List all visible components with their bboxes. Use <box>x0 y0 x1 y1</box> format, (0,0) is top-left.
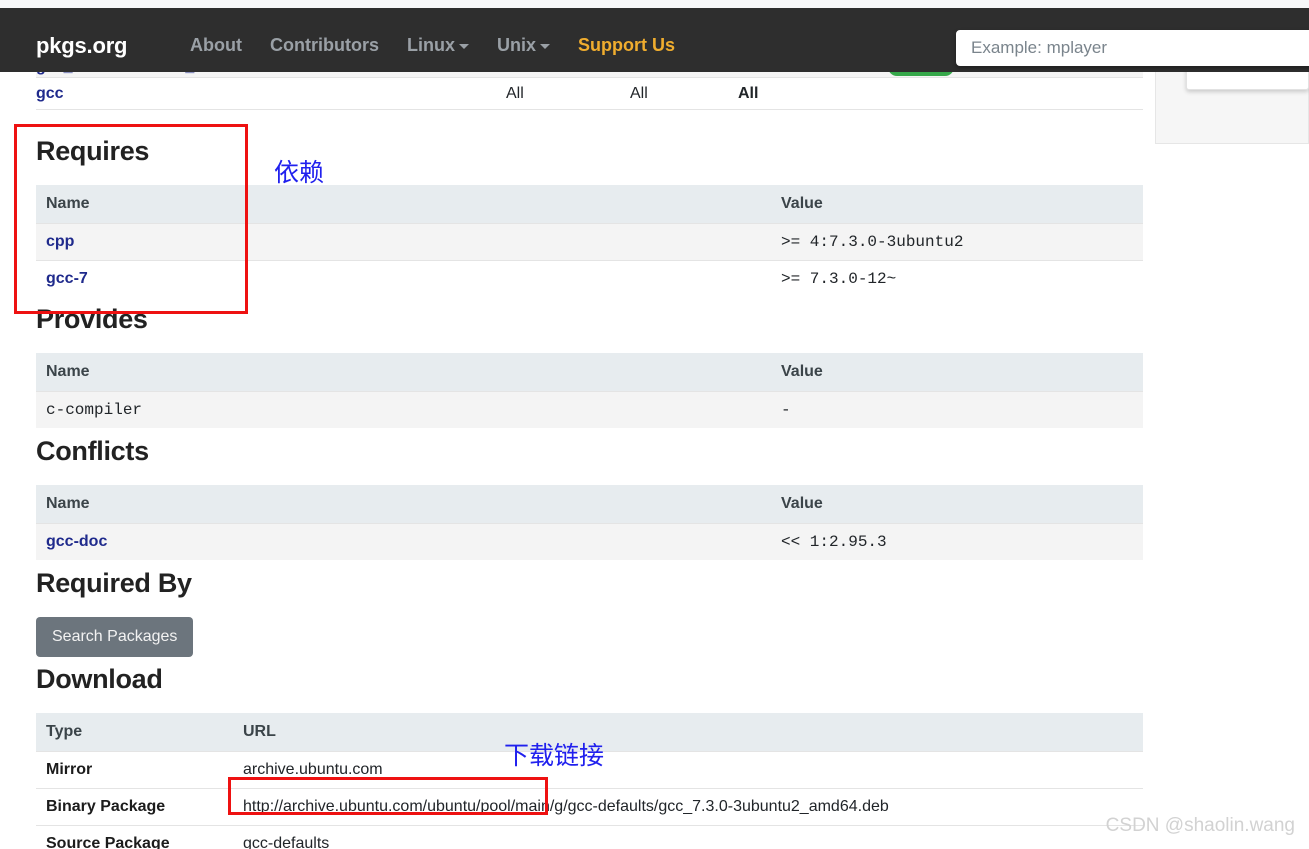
download-url-cell: archive.ubuntu.com <box>233 751 1143 789</box>
nav-item-contributors[interactable]: Contributors <box>270 36 379 54</box>
column-header-name: Name <box>36 185 771 224</box>
provides-value-cell: - <box>771 391 1143 428</box>
package-link[interactable]: gcc <box>36 85 506 103</box>
conflicts-section: Conflicts Name Value gcc-doc << 1:2.95.3 <box>36 438 1143 560</box>
site-logo[interactable]: pkgs.org <box>36 35 128 57</box>
nav-item-linux[interactable]: Linux <box>407 36 469 54</box>
table-row[interactable]: c-compiler - <box>36 391 1143 428</box>
requires-table: Name Value cpp >= 4:7.3.0-3ubuntu2 gcc-7… <box>36 185 1143 297</box>
page-top-strip <box>0 0 1309 8</box>
main-nav: About Contributors Linux Unix Support Us <box>190 36 675 54</box>
provides-name-cell: c-compiler <box>36 391 771 428</box>
nav-item-unix[interactable]: Unix <box>497 36 550 54</box>
conflicts-name-cell: gcc-doc <box>36 523 771 560</box>
nav-item-about[interactable]: About <box>190 36 242 54</box>
table-row[interactable]: gcc-7 >= 7.3.0-12~ <box>36 260 1143 297</box>
nav-item-support-us[interactable]: Support Us <box>578 36 675 54</box>
package-repo: All <box>738 84 759 102</box>
column-header-value: Value <box>771 353 1143 392</box>
nav-label: Contributors <box>269 35 379 55</box>
package-link[interactable]: cpp <box>46 233 74 250</box>
column-header-value: Value <box>771 185 1143 224</box>
search-input[interactable] <box>957 31 1309 65</box>
download-url-cell[interactable]: http://archive.ubuntu.com/ubuntu/pool/ma… <box>233 788 1143 826</box>
conflicts-value-cell: << 1:2.95.3 <box>771 523 1143 560</box>
table-row[interactable]: gcc-doc << 1:2.95.3 <box>36 523 1143 560</box>
nav-label: Linux <box>406 35 455 55</box>
section-title-required-by: Required By <box>36 568 192 598</box>
download-url-cell: gcc-defaults <box>233 825 1143 849</box>
column-header-url: URL <box>233 713 1143 752</box>
requires-section: Requires Name Value cpp >= 4:7.3.0-3ubun… <box>36 138 1143 297</box>
nav-label: About <box>190 35 242 55</box>
requires-value-cell: >= 4:7.3.0-3ubuntu2 <box>771 223 1143 261</box>
section-title-download: Download <box>36 664 163 694</box>
download-type-cell: Mirror <box>36 751 233 789</box>
table-row[interactable]: Source Package gcc-defaults <box>36 825 1143 849</box>
section-title-provides: Provides <box>36 304 148 334</box>
annotation-text-download: 下载链接 <box>504 741 605 770</box>
nav-label: Support Us <box>577 35 675 55</box>
search-packages-button[interactable]: Search Packages <box>36 617 194 657</box>
table-row[interactable]: gcc All All All <box>36 78 1143 110</box>
page-root: gcc_7.3.0-3ubuntu2_amd64.deb All All Ubu… <box>0 0 1309 849</box>
download-type-cell: Binary Package <box>36 788 233 826</box>
section-title-requires: Requires <box>36 136 150 166</box>
chevron-down-icon <box>458 43 469 49</box>
chevron-down-icon <box>539 43 550 49</box>
requires-name-cell: cpp <box>36 223 771 261</box>
annotation-text-requires: 依赖 <box>274 158 325 187</box>
package-link[interactable]: gcc-doc <box>46 533 107 550</box>
table-header-row: Name Value <box>36 353 1143 392</box>
package-arch: All <box>506 84 524 102</box>
table-header-row: Name Value <box>36 185 1143 224</box>
column-header-name: Name <box>36 353 771 392</box>
nav-label: Unix <box>496 35 536 55</box>
provides-section: Provides Name Value c-compiler - <box>36 306 1143 428</box>
top-navbar: pkgs.org About Contributors Linux Unix S… <box>0 8 1309 72</box>
table-header-row: Name Value <box>36 485 1143 524</box>
required-by-section: Required By Search Packages <box>36 570 1143 657</box>
package-link[interactable]: gcc-7 <box>46 270 88 287</box>
conflicts-table: Name Value gcc-doc << 1:2.95.3 <box>36 485 1143 560</box>
table-row[interactable]: Binary Package http://archive.ubuntu.com… <box>36 788 1143 826</box>
requires-name-cell: gcc-7 <box>36 260 771 297</box>
section-title-conflicts: Conflicts <box>36 436 149 466</box>
requires-value-cell: >= 7.3.0-12~ <box>771 260 1143 297</box>
download-table: Type URL Mirror archive.ubuntu.com Binar… <box>36 713 1143 849</box>
column-header-type: Type <box>36 713 233 752</box>
search-box[interactable] <box>956 30 1309 66</box>
table-row[interactable]: cpp >= 4:7.3.0-3ubuntu2 <box>36 223 1143 261</box>
package-version: All <box>630 84 648 102</box>
download-type-cell: Source Package <box>36 825 233 849</box>
column-header-name: Name <box>36 485 771 524</box>
watermark: CSDN @shaolin.wang <box>1105 815 1295 836</box>
column-header-value: Value <box>771 485 1143 524</box>
provides-table: Name Value c-compiler - <box>36 353 1143 428</box>
